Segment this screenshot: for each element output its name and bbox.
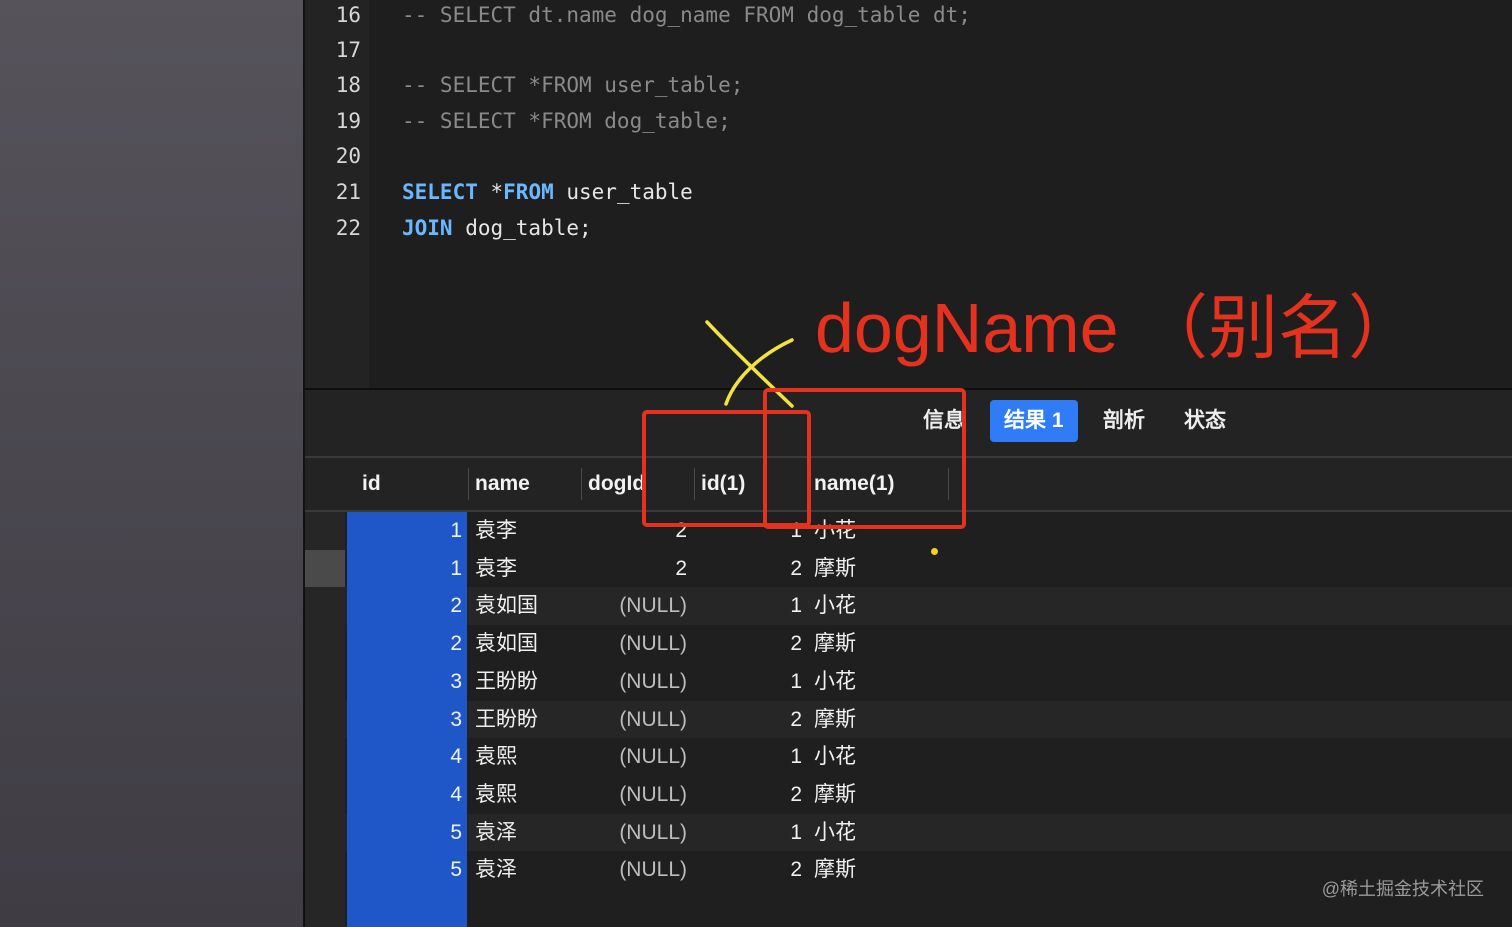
table-cell-id[interactable]: 5 xyxy=(347,851,462,889)
table-cell-id[interactable]: 5 xyxy=(347,814,462,852)
table-cell-id[interactable]: 2 xyxy=(347,587,462,625)
table-cell-id[interactable]: 1 xyxy=(347,512,462,550)
table-cell-id[interactable]: 4 xyxy=(347,738,462,776)
highlight-box-name-1 xyxy=(763,388,966,529)
table-cell-id[interactable]: 4 xyxy=(347,776,462,814)
watermark: @稀土掘金技术社区 xyxy=(1321,879,1484,899)
annotation-label: dogName （别名） xyxy=(815,289,1418,367)
table-cell-id[interactable]: 2 xyxy=(347,625,462,663)
annotation-dot xyxy=(931,548,938,555)
table-cell-id[interactable]: 1 xyxy=(347,550,462,588)
table-cell-id[interactable]: 3 xyxy=(347,663,462,701)
table-cell-id[interactable]: 3 xyxy=(347,701,462,739)
